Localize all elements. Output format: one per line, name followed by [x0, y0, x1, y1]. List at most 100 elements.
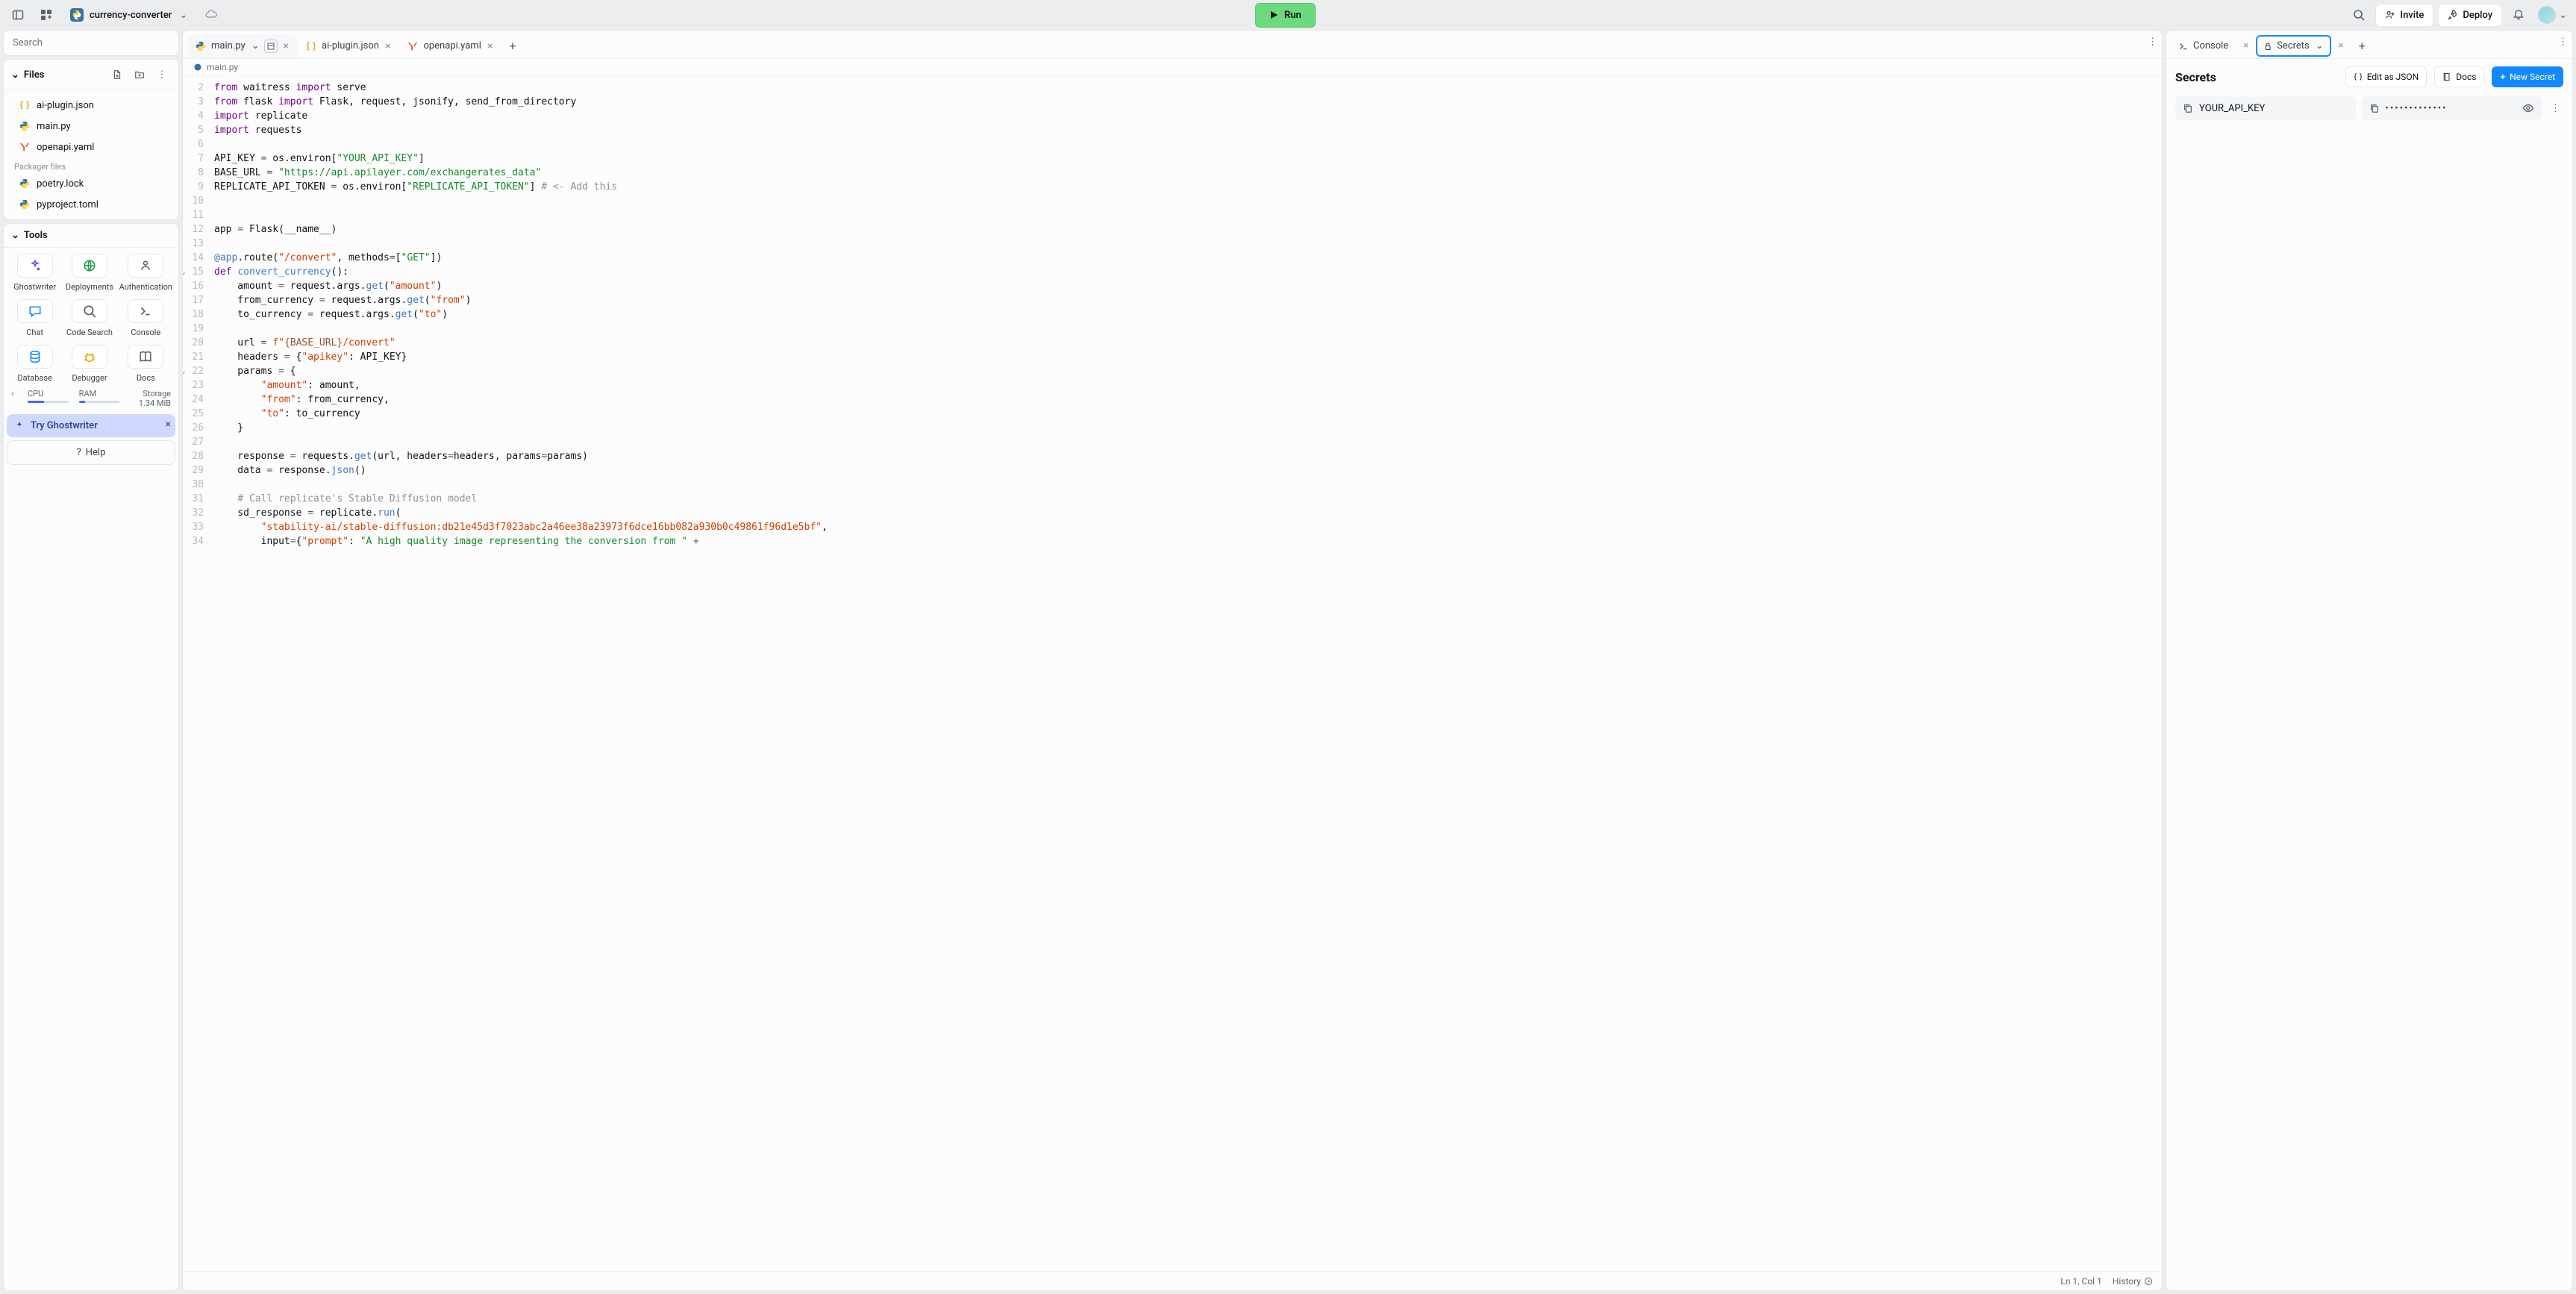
tool-authentication[interactable]: Authentication — [119, 254, 172, 292]
eye-icon[interactable] — [2522, 102, 2534, 114]
code-line[interactable]: params = { — [214, 364, 828, 378]
notifications-icon[interactable] — [2507, 3, 2530, 27]
code-editor[interactable]: 234567891011121314⌄15161718192021⌄222324… — [183, 76, 2162, 1271]
code-line[interactable]: sd_response = replicate.run( — [214, 506, 828, 520]
code-line[interactable] — [214, 137, 828, 151]
code-line[interactable]: } — [214, 421, 828, 435]
code-line[interactable] — [214, 478, 828, 492]
secret-value-cell[interactable]: ••••••••••••• — [2362, 96, 2542, 120]
deploy-button[interactable]: Deploy — [2438, 4, 2502, 27]
help-button[interactable]: ? Help — [7, 440, 175, 465]
code-line[interactable]: "from": from_currency, — [214, 393, 828, 407]
tool-console[interactable]: Console — [119, 299, 172, 337]
line-number: 31 — [183, 492, 207, 506]
code-line[interactable]: "stability-ai/stable-diffusion:db21e45d3… — [214, 520, 828, 534]
right-tabs-kebab-icon[interactable]: ⋮ — [2558, 37, 2568, 48]
tool-docs[interactable]: Docs — [119, 345, 172, 383]
project-selector[interactable]: currency-converter ⌄ — [63, 5, 195, 25]
files-kebab-icon[interactable]: ⋮ — [153, 66, 171, 84]
file-item[interactable]: pyproject.toml — [8, 194, 174, 215]
secret-kebab-icon[interactable]: ⋮ — [2548, 103, 2563, 114]
invite-button[interactable]: Invite — [2375, 4, 2433, 27]
copy-icon[interactable] — [2369, 103, 2380, 113]
code-line[interactable]: amount = request.args.get("amount") — [214, 279, 828, 293]
file-type-icon — [305, 40, 317, 52]
code-line[interactable]: REPLICATE_API_TOKEN = os.environ["REPLIC… — [214, 180, 828, 194]
code-line[interactable]: "to": to_currency — [214, 407, 828, 421]
file-item[interactable]: ai-plugin.json — [8, 95, 174, 116]
tool-deployments[interactable]: Deployments — [64, 254, 114, 292]
run-button[interactable]: Run — [1255, 3, 1316, 28]
code-line[interactable] — [214, 194, 828, 208]
code-line[interactable]: "amount": amount, — [214, 378, 828, 393]
code-line[interactable]: from flask import Flask, request, jsonif… — [214, 95, 828, 109]
code-line[interactable]: import replicate — [214, 109, 828, 123]
search-icon[interactable] — [2347, 3, 2371, 27]
tool-chat[interactable]: Chat — [10, 299, 60, 337]
file-item[interactable]: main.py — [8, 116, 174, 137]
tab-main-py[interactable]: main.py⌄× — [187, 34, 298, 58]
code-line[interactable]: response = requests.get(url, headers=hea… — [214, 449, 828, 463]
new-tab-button[interactable]: + — [2351, 34, 2373, 58]
code-line[interactable]: from_currency = request.args.get("from") — [214, 293, 828, 307]
layout-icon[interactable] — [264, 40, 278, 53]
new-file-icon[interactable] — [108, 66, 126, 84]
tool-ghostwriter[interactable]: Ghostwriter — [10, 254, 60, 292]
new-tab-button[interactable]: + — [501, 34, 523, 58]
editor-panel: main.py⌄×ai-plugin.json×openapi.yaml×+⋮ … — [182, 30, 2163, 1291]
code-line[interactable] — [214, 435, 828, 449]
tabs-kebab-icon[interactable]: ⋮ — [2148, 37, 2157, 48]
code-line[interactable] — [214, 237, 828, 251]
tool-debugger[interactable]: Debugger — [64, 345, 114, 383]
code-line[interactable]: from waitress import serve — [214, 81, 828, 95]
file-item[interactable]: poetry.lock — [8, 173, 174, 194]
secrets-docs-button[interactable]: Docs — [2434, 66, 2484, 87]
tool-icon — [128, 254, 163, 278]
tab-console[interactable]: Console — [2171, 35, 2236, 57]
code-line[interactable]: input={"prompt": "A high quality image r… — [214, 534, 828, 548]
new-secret-button[interactable]: + New Secret — [2492, 66, 2563, 87]
search-input[interactable]: Search — [3, 30, 179, 56]
code-line[interactable]: app = Flask(__name__) — [214, 222, 828, 237]
tool-database[interactable]: Database — [10, 345, 60, 383]
sidebar-toggle-icon[interactable] — [6, 3, 30, 27]
packager-label: Packager files — [4, 157, 178, 173]
close-icon[interactable]: × — [282, 40, 290, 52]
code-line[interactable]: def convert_currency(): — [214, 265, 828, 279]
file-item[interactable]: openapi.yaml — [8, 137, 174, 157]
close-icon[interactable]: × — [2334, 36, 2348, 56]
tab-ai-plugin-json[interactable]: ai-plugin.json× — [298, 35, 399, 57]
code-line[interactable]: headers = {"apikey": API_KEY} — [214, 350, 828, 364]
cloud-sync-icon[interactable] — [199, 3, 223, 27]
close-icon[interactable]: × — [166, 419, 171, 431]
code-line[interactable]: to_currency = request.args.get("to") — [214, 307, 828, 322]
history-button[interactable]: History — [2113, 1276, 2153, 1287]
edit-as-json-button[interactable]: Edit as JSON — [2345, 66, 2427, 87]
try-ghostwriter-button[interactable]: Try Ghostwriter × — [7, 414, 175, 437]
tool-code-search[interactable]: Code Search — [64, 299, 114, 337]
close-icon[interactable]: × — [384, 40, 392, 52]
close-icon[interactable]: × — [2239, 36, 2253, 56]
line-number: 28 — [183, 449, 207, 463]
account-menu[interactable]: ⌄ — [2535, 3, 2570, 27]
code-line[interactable]: import requests — [214, 123, 828, 137]
code-line[interactable] — [214, 208, 828, 222]
code-line[interactable]: BASE_URL = "https://api.apilayer.com/exc… — [214, 166, 828, 180]
close-icon[interactable]: × — [486, 40, 494, 52]
files-header[interactable]: ⌄ Files — [11, 69, 104, 81]
code-line[interactable]: @app.route("/convert", methods=["GET"]) — [214, 251, 828, 265]
code-line[interactable] — [214, 322, 828, 336]
copy-icon[interactable] — [2183, 103, 2193, 113]
new-folder-icon[interactable] — [131, 66, 149, 84]
code-line[interactable]: data = response.json() — [214, 463, 828, 478]
code-line[interactable]: url = f"{BASE_URL}/convert" — [214, 336, 828, 350]
stat-expand[interactable]: › — [11, 389, 17, 408]
code-line[interactable]: API_KEY = os.environ["YOUR_API_KEY"] — [214, 151, 828, 166]
code-line[interactable]: # Call replicate's Stable Diffusion mode… — [214, 492, 828, 506]
tools-header[interactable]: ⌄ Tools — [11, 230, 171, 241]
apps-icon[interactable] — [34, 3, 58, 27]
tab-secrets[interactable]: Secrets⌄ — [2256, 35, 2330, 57]
file-type-icon — [195, 40, 207, 52]
tab-openapi-yaml[interactable]: openapi.yaml× — [399, 35, 501, 57]
secret-key-cell[interactable]: YOUR_API_KEY — [2175, 96, 2356, 120]
